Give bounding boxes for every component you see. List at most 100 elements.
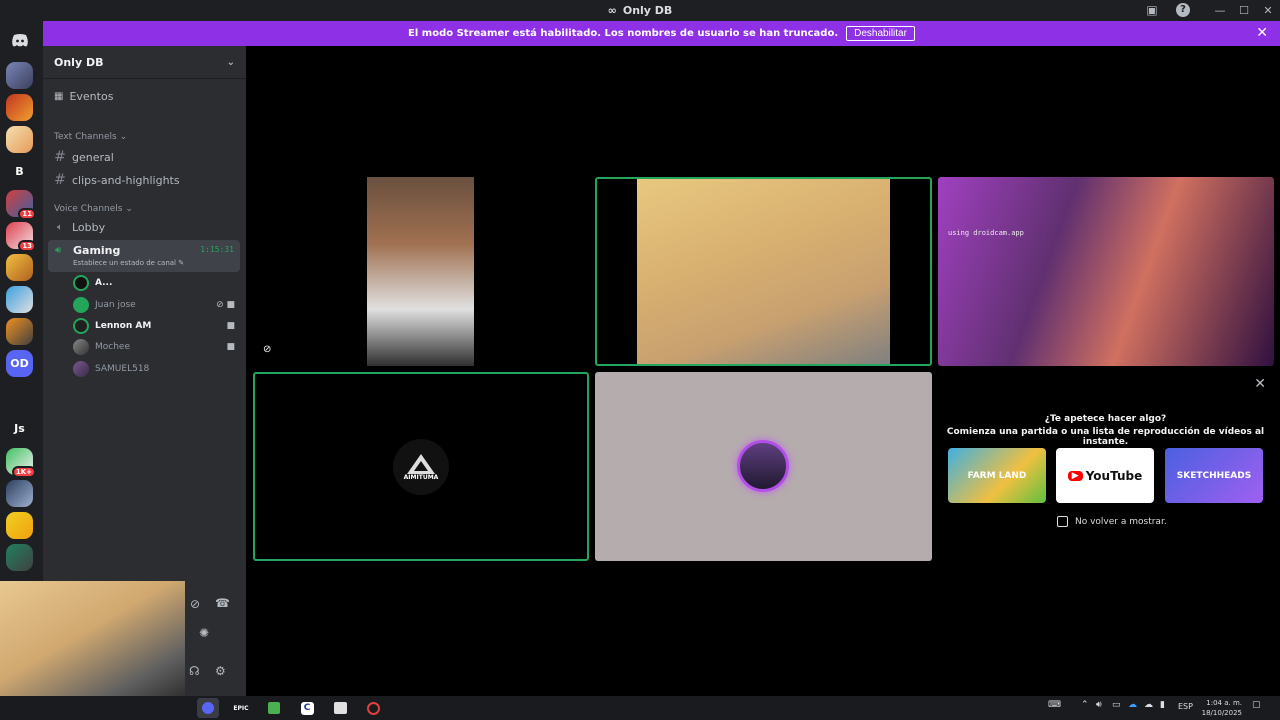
popup-question: ¿Te apetece hacer algo? bbox=[1044, 414, 1167, 424]
language-indicator[interactable]: ESP bbox=[1178, 702, 1193, 711]
minimize-button[interactable]: — bbox=[1208, 4, 1232, 17]
avatar bbox=[73, 297, 89, 313]
dont-show-again-checkbox[interactable]: No volver a mostrar. bbox=[1057, 516, 1167, 527]
muted-video-icon: ⊘ ■ bbox=[216, 300, 235, 310]
discord-home-icon[interactable] bbox=[6, 27, 33, 54]
channel-label: Lobby bbox=[72, 221, 106, 234]
chevron-up-icon[interactable]: ⌃ bbox=[1081, 700, 1089, 710]
chevron-down-icon: ⌄ bbox=[226, 56, 235, 68]
app-icon[interactable] bbox=[362, 698, 384, 718]
server-icon-js[interactable]: Js bbox=[6, 415, 33, 442]
member-name: Lennon AM bbox=[95, 321, 152, 331]
voice-member[interactable]: A... bbox=[73, 274, 235, 292]
avatar bbox=[737, 440, 789, 492]
server-icon[interactable] bbox=[6, 286, 33, 313]
help-icon[interactable]: ? bbox=[1176, 3, 1190, 17]
avatar-tile[interactable] bbox=[595, 372, 932, 561]
camera-off-icon[interactable]: ⊘ bbox=[190, 597, 200, 611]
taskbar: EPIC C ⌨ ⌃ 🔊︎ ▭ ☁ ☁ ▮ ESP 1:04 a. m. 18/… bbox=[0, 696, 1280, 720]
channel-clips-and-highlights[interactable]: # clips-and-highlights bbox=[54, 172, 179, 188]
close-window-button[interactable]: ✕ bbox=[1256, 4, 1280, 17]
channel-status[interactable]: Establece un estado de canal ✎ bbox=[73, 259, 184, 267]
close-popup-icon[interactable]: ✕ bbox=[1254, 376, 1266, 392]
disable-streamer-button[interactable]: Deshabilitar bbox=[846, 26, 915, 41]
muted-mic-icon: ⊘ bbox=[263, 344, 272, 355]
clock[interactable]: 1:04 a. m. 18/10/2025 bbox=[1202, 698, 1242, 718]
streamer-mode-banner: El modo Streamer está habilitado. Los no… bbox=[43, 21, 1280, 46]
voice-channel-lobby[interactable]: 🔈︎ Lobby bbox=[54, 221, 105, 234]
server-header[interactable]: Only DB ⌄ bbox=[43, 46, 246, 79]
category-voice-channels[interactable]: Voice Channels ⌄ bbox=[54, 204, 133, 214]
microphone-icon[interactable]: ▮ bbox=[1160, 700, 1165, 710]
server-icon[interactable] bbox=[6, 94, 33, 121]
video-icon: ■ bbox=[226, 342, 235, 352]
avatar-tile-speaking[interactable]: AIMITUMA bbox=[253, 372, 589, 561]
hash-icon: # bbox=[54, 149, 66, 165]
cloud-icon[interactable]: ☁ bbox=[1128, 700, 1137, 710]
video-tile-speaking[interactable] bbox=[595, 177, 932, 366]
server-icon[interactable]: 13 bbox=[6, 222, 36, 252]
close-banner-icon[interactable]: ✕ bbox=[1256, 25, 1268, 41]
avatar bbox=[73, 361, 89, 377]
cloud-icon[interactable]: ☁ bbox=[1144, 700, 1153, 710]
app-icon[interactable] bbox=[263, 698, 285, 718]
activity-farmland[interactable]: FARM LAND bbox=[948, 448, 1046, 503]
activity-youtube[interactable]: ▶ YouTube bbox=[1056, 448, 1154, 503]
channel-label: Gaming bbox=[73, 244, 121, 257]
disconnect-icon[interactable]: ☎︎ bbox=[215, 596, 230, 610]
droidcam-watermark: using droidcam.app bbox=[948, 229, 1024, 237]
voice-member[interactable]: SAMUEL518 bbox=[73, 360, 235, 378]
notifications-icon[interactable]: ▢ bbox=[1252, 700, 1261, 710]
server-icon[interactable] bbox=[6, 62, 33, 89]
soundboard-icon[interactable]: ✺ bbox=[199, 626, 209, 640]
speaker-icon: 🔊︎ bbox=[55, 245, 62, 256]
voice-member[interactable]: Lennon AM ■ bbox=[73, 317, 235, 335]
settings-gear-icon[interactable]: ⚙ bbox=[215, 664, 226, 678]
volume-icon[interactable]: 🔊︎ bbox=[1096, 700, 1102, 710]
member-name: Mochee bbox=[95, 342, 130, 352]
category-text-channels[interactable]: Text Channels ⌄ bbox=[54, 132, 127, 142]
server-name: Only DB bbox=[54, 55, 104, 69]
discord-taskbar-icon[interactable] bbox=[197, 698, 219, 718]
headphones-icon[interactable]: ☊ bbox=[189, 664, 200, 678]
inbox-icon[interactable]: ▣ bbox=[1145, 3, 1159, 17]
server-icon[interactable] bbox=[6, 544, 33, 571]
avatar-label: AIMITUMA bbox=[403, 473, 439, 481]
activity-popup: ✕ ¿Te apetece hacer algo? Comienza una p… bbox=[937, 372, 1274, 561]
speaker-icon: 🔈︎ bbox=[57, 222, 63, 233]
network-icon[interactable]: ▭ bbox=[1112, 700, 1121, 710]
video-stage bbox=[246, 46, 1280, 696]
clock-date: 18/10/2025 bbox=[1201, 709, 1242, 717]
app-icon[interactable] bbox=[329, 698, 351, 718]
self-camera-preview[interactable] bbox=[0, 581, 185, 696]
app-c-icon[interactable]: C bbox=[296, 698, 318, 718]
video-icon: ■ bbox=[226, 321, 235, 331]
voice-member[interactable]: Mochee ■ bbox=[73, 338, 235, 356]
server-icon-od[interactable]: OD bbox=[6, 350, 33, 377]
clock-time: 1:04 a. m. bbox=[1206, 699, 1242, 707]
maximize-button[interactable]: ☐ bbox=[1232, 4, 1256, 17]
member-name: SAMUEL518 bbox=[95, 364, 150, 374]
keyboard-icon[interactable]: ⌨ bbox=[1048, 700, 1061, 710]
activity-sketchheads[interactable]: SKETCHHEADS bbox=[1165, 448, 1263, 503]
server-icon[interactable]: 11 bbox=[6, 190, 36, 220]
epic-games-icon[interactable]: EPIC bbox=[230, 698, 252, 718]
events-item[interactable]: ▦ Eventos bbox=[54, 90, 113, 103]
server-icon-b[interactable]: B bbox=[6, 158, 33, 185]
video-tile[interactable]: using droidcam.app bbox=[938, 177, 1274, 366]
server-icon[interactable]: 1K+ bbox=[6, 448, 36, 478]
checkbox-box[interactable] bbox=[1057, 516, 1068, 527]
call-timer: 1:15:31 bbox=[200, 245, 234, 254]
voice-member[interactable]: Juan jose ⊘ ■ bbox=[73, 296, 235, 314]
banner-text: El modo Streamer está habilitado. Los no… bbox=[408, 28, 839, 39]
server-icon[interactable] bbox=[6, 254, 33, 281]
server-icon[interactable] bbox=[6, 318, 33, 345]
avatar bbox=[73, 339, 89, 355]
server-icon[interactable] bbox=[6, 126, 33, 153]
video-tile[interactable]: ⊘ bbox=[253, 177, 589, 366]
channel-general[interactable]: # general bbox=[54, 149, 114, 165]
server-icon[interactable] bbox=[6, 512, 33, 539]
server-icon[interactable] bbox=[6, 480, 33, 507]
voice-channel-gaming[interactable]: 🔊︎ Gaming 1:15:31 Establece un estado de… bbox=[48, 240, 240, 272]
popup-subtitle: Comienza una partida o una lista de repr… bbox=[946, 427, 1265, 447]
